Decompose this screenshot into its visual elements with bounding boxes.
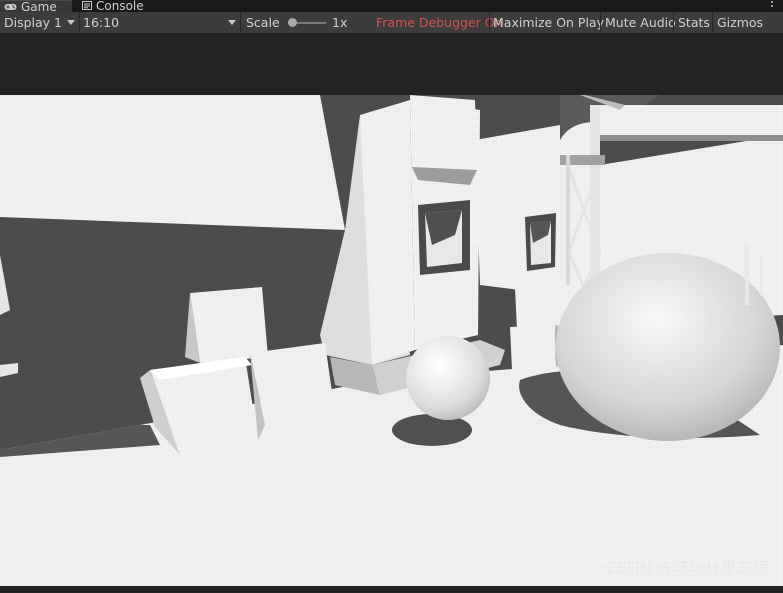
toolbar-divider — [79, 12, 80, 33]
tab-game[interactable]: Game — [0, 0, 72, 14]
gizmos-dropdown[interactable]: Gizmos — [717, 12, 763, 33]
bottom-border — [0, 586, 783, 593]
viewport-letterbox — [0, 34, 783, 95]
display-dropdown[interactable]: Display 1 — [4, 12, 62, 33]
scale-slider-handle[interactable] — [288, 18, 297, 27]
more-options-icon[interactable] — [769, 0, 775, 12]
toolbar-divider — [240, 12, 241, 33]
maximize-on-play-toggle[interactable]: Maximize On Play — [493, 12, 604, 33]
tab-bar: Game Console — [0, 0, 783, 14]
watermark-text: CSDN @玻璃杯里的鲸 — [606, 558, 769, 577]
frame-debugger-toggle[interactable]: Frame Debugger On — [376, 12, 503, 33]
console-icon — [82, 1, 92, 11]
scene-render — [0, 95, 783, 586]
scale-label: Scale — [246, 15, 280, 30]
toolbar-divider — [600, 12, 601, 33]
game-toolbar: Display 1 16:10 Scale 1x Frame Debugger … — [0, 12, 783, 34]
aspect-dropdown[interactable]: 16:10 — [83, 12, 119, 33]
tab-console-label: Console — [96, 0, 144, 13]
stats-toggle[interactable]: Stats — [678, 12, 710, 33]
tab-game-label: Game — [21, 0, 57, 14]
tab-console[interactable]: Console — [76, 0, 162, 12]
game-viewport[interactable]: CSDN @玻璃杯里的鲸 — [0, 95, 783, 586]
display-dropdown-label: Display 1 — [4, 15, 63, 30]
scale-value: 1x — [332, 15, 348, 30]
chevron-down-icon — [228, 20, 236, 25]
gamepad-icon — [4, 2, 17, 12]
toolbar-divider — [489, 12, 490, 33]
mute-audio-toggle[interactable]: Mute Audio — [605, 12, 676, 33]
aspect-dropdown-label: 16:10 — [83, 15, 120, 30]
chevron-down-icon — [67, 20, 75, 25]
toolbar-divider — [673, 12, 674, 33]
toolbar-divider — [712, 12, 713, 33]
